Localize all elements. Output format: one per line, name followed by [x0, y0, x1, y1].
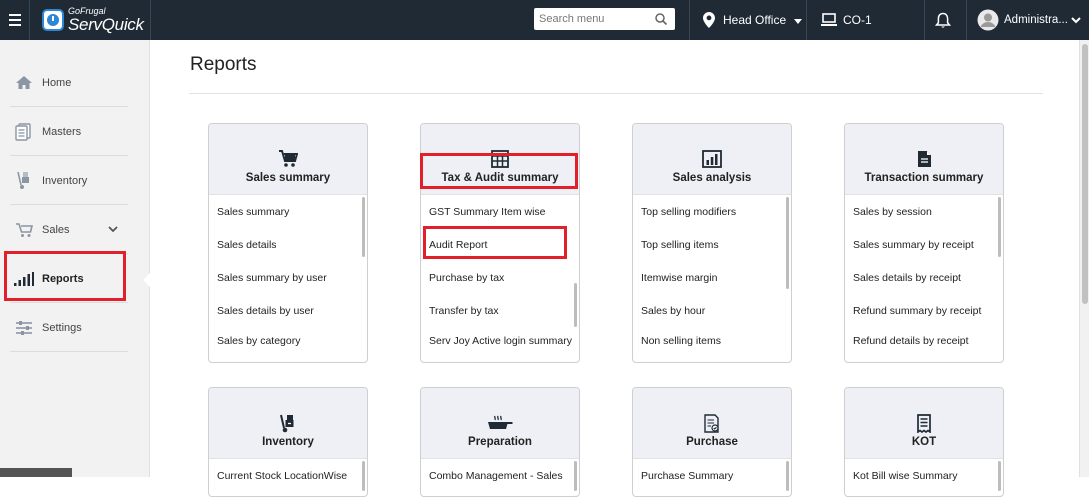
report-link[interactable]: GST Summary Item wise	[421, 195, 579, 228]
sidebar-bottom-bar	[0, 468, 72, 477]
report-link[interactable]: Purchase by tax	[421, 261, 579, 294]
report-link[interactable]: Sales details	[209, 228, 367, 261]
report-card-sales-summary: Sales summary Sales summary Sales detail…	[208, 123, 368, 363]
chevron-down-icon	[1071, 16, 1081, 23]
location-label: Head Office	[723, 13, 787, 27]
hamburger-menu-icon[interactable]	[0, 0, 30, 40]
page-title: Reports	[190, 54, 257, 75]
list-scrollbar[interactable]	[998, 461, 1001, 491]
list-scrollbar[interactable]	[998, 197, 1001, 257]
location-selector[interactable]: Head Office	[703, 0, 803, 40]
list-scrollbar[interactable]	[786, 197, 789, 289]
card-title: Sales summary	[245, 172, 331, 184]
report-link[interactable]: Sales by category	[209, 327, 367, 347]
document-icon	[917, 151, 931, 167]
cart-icon	[279, 150, 298, 167]
page-scrollbar-thumb[interactable]	[1082, 44, 1088, 304]
sidebar: Home Masters Inventory Sales Reports Set…	[0, 40, 151, 477]
brand-logo[interactable]: GoFrugal ServQuick	[31, 0, 151, 40]
masters-icon	[15, 122, 31, 141]
servquick-logo-icon	[42, 9, 64, 31]
chevron-down-icon	[794, 18, 803, 24]
notifications-button[interactable]	[935, 0, 951, 40]
company-selector[interactable]: CO-1	[821, 0, 872, 40]
report-card-sales-analysis: Sales analysis Top selling modifiers Top…	[632, 123, 792, 363]
sidebar-item-label: Inventory	[42, 174, 88, 187]
sidebar-item-label: Masters	[42, 125, 82, 138]
sidebar-item-home[interactable]: Home	[10, 59, 128, 107]
settings-icon	[16, 320, 32, 335]
list-scrollbar[interactable]	[574, 283, 577, 327]
page-scrollbar-track[interactable]	[1079, 40, 1089, 477]
inventory-icon	[17, 171, 29, 189]
bar-chart-icon	[702, 150, 722, 168]
report-link[interactable]: Refund summary by receipt	[845, 294, 1003, 327]
report-link[interactable]: Sales by session	[845, 195, 1003, 228]
sidebar-item-sales[interactable]: Sales	[10, 206, 128, 254]
cooking-pan-icon	[488, 415, 513, 429]
report-link[interactable]: Sales summary by receipt	[845, 228, 1003, 261]
card-title: Transaction summary	[864, 172, 984, 184]
title-divider	[189, 93, 1043, 94]
hand-truck-icon	[280, 414, 294, 432]
report-card-kot: KOT Kot Bill wise Summary	[844, 387, 1004, 497]
card-title: Sales analysis	[672, 172, 752, 184]
list-scrollbar[interactable]	[574, 461, 577, 491]
report-link[interactable]: Non selling items	[633, 327, 791, 347]
report-card-preparation: Preparation Combo Management - Sales	[420, 387, 580, 497]
report-link[interactable]: Refund details by receipt	[845, 327, 1003, 347]
purchase-receipt-icon	[704, 413, 719, 433]
reports-highlight-box	[4, 251, 126, 301]
card-title: Preparation	[468, 436, 532, 448]
search-menu-input[interactable]	[539, 13, 654, 25]
search-icon[interactable]	[654, 12, 668, 26]
user-name: Administra...	[1004, 14, 1068, 26]
report-link[interactable]: Purchase Summary	[633, 459, 791, 492]
active-indicator-notch	[143, 272, 151, 288]
location-pin-icon	[703, 12, 715, 28]
list-scrollbar[interactable]	[362, 197, 365, 257]
report-link[interactable]: Transfer by tax	[421, 294, 579, 327]
list-scrollbar[interactable]	[362, 461, 365, 491]
sidebar-item-label: Home	[42, 76, 72, 89]
sales-icon	[16, 222, 33, 237]
computer-icon	[821, 13, 837, 26]
avatar	[977, 9, 999, 31]
card-title: Purchase	[686, 436, 738, 448]
card-title: Inventory	[262, 436, 314, 448]
list-scrollbar[interactable]	[786, 461, 789, 491]
sidebar-item-masters[interactable]: Masters	[10, 108, 128, 156]
report-link[interactable]: Current Stock LocationWise	[209, 459, 367, 492]
top-bar: GoFrugal ServQuick Head Office CO-1 Admi…	[0, 0, 1089, 40]
audit-report-highlight-box	[423, 226, 567, 259]
report-link[interactable]: Top selling modifiers	[633, 195, 791, 228]
sidebar-item-settings[interactable]: Settings	[10, 304, 128, 352]
report-link[interactable]: Kot Bill wise Summary	[845, 459, 1003, 492]
user-menu[interactable]: Administra...	[977, 0, 1081, 40]
report-link[interactable]: Top selling items	[633, 228, 791, 261]
report-link[interactable]: Sales summary	[209, 195, 367, 228]
report-link[interactable]: Sales by hour	[633, 294, 791, 327]
bell-icon	[935, 12, 951, 28]
report-card-transaction-summary: Transaction summary Sales by session Sal…	[844, 123, 1004, 363]
chevron-down-icon[interactable]	[108, 226, 118, 233]
report-link[interactable]: Serv Joy Active login summary	[421, 327, 579, 347]
report-link[interactable]: Itemwise margin	[633, 261, 791, 294]
card-title: KOT	[911, 436, 937, 448]
report-card-purchase: Purchase Purchase Summary	[632, 387, 792, 497]
report-link[interactable]: Combo Management - Sales	[421, 459, 579, 492]
report-link[interactable]: Sales summary by user	[209, 261, 367, 294]
report-card-inventory: Inventory Current Stock LocationWise	[208, 387, 368, 497]
sidebar-item-label: Settings	[42, 321, 82, 334]
tax-audit-title-highlight-box	[420, 153, 578, 189]
search-menu-box[interactable]	[534, 8, 675, 30]
sidebar-item-inventory[interactable]: Inventory	[10, 157, 128, 205]
sidebar-item-label: Sales	[42, 223, 70, 236]
report-link[interactable]: Sales details by user	[209, 294, 367, 327]
brand-main-text: ServQuick	[68, 15, 144, 34]
kot-receipt-icon	[917, 413, 931, 433]
home-icon	[16, 76, 32, 89]
company-label: CO-1	[843, 13, 872, 27]
report-link[interactable]: Sales details by receipt	[845, 261, 1003, 294]
